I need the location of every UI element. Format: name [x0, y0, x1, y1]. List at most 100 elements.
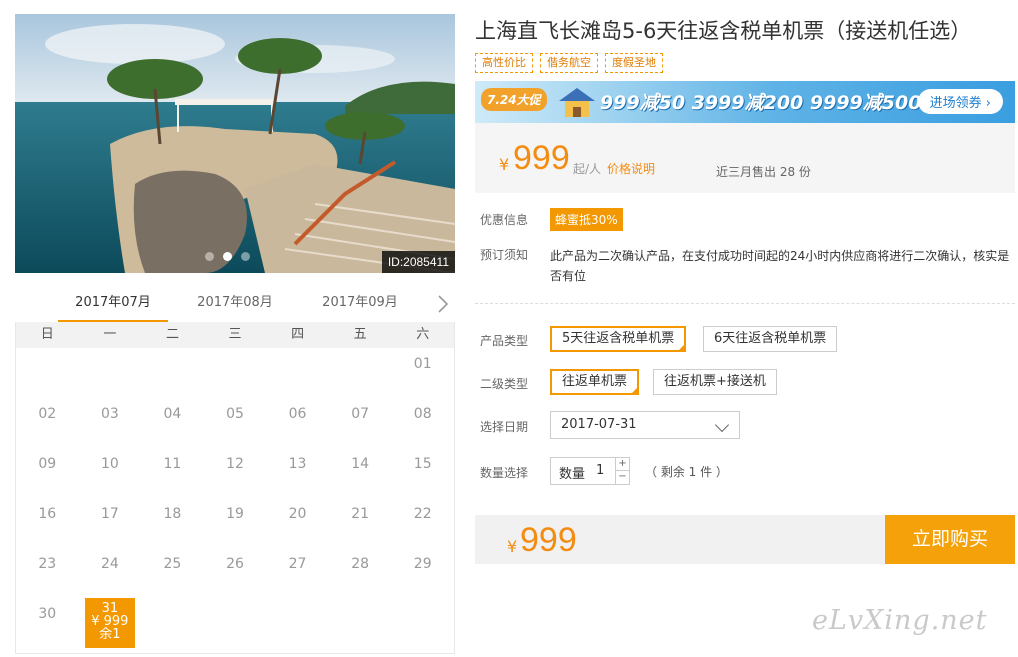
calendar-day[interactable]: 23 — [16, 548, 79, 598]
calendar-day[interactable]: 02 — [16, 398, 79, 448]
option-type-5day[interactable]: 5天往返含税单机票 — [550, 326, 687, 354]
date-select[interactable]: 2017-07-31 — [550, 411, 740, 439]
date-select-value: 2017-07-31 — [561, 417, 637, 432]
weekday-label: 六 — [416, 327, 430, 342]
product-tag: 度假圣地 — [605, 53, 663, 73]
quantity-value[interactable]: 1 — [596, 463, 604, 478]
beach-cliff-photo — [15, 14, 455, 273]
stock-remaining: （ 剩余 1 件 ） — [645, 465, 728, 479]
promo-badge: 蜂蜜抵30% — [550, 208, 623, 231]
weekday-label: 日 — [40, 327, 54, 342]
watermark: eLvXing.net — [812, 605, 988, 636]
calendar-day[interactable]: 28 — [329, 548, 392, 598]
carousel-dots — [205, 252, 250, 261]
claim-coupon-button[interactable]: 进场领券 › — [917, 89, 1003, 114]
hut-icon — [559, 88, 595, 117]
calendar-day[interactable]: 22 — [391, 498, 454, 548]
calendar-day[interactable]: 11 — [141, 448, 204, 498]
sold-count: 近三月售出 28 份 — [716, 165, 811, 179]
option-type-6day[interactable]: 6天往返含税单机票 — [703, 326, 838, 352]
option-subtype-roundtrip[interactable]: 往返单机票 — [550, 369, 640, 397]
calendar-day[interactable]: 19 — [204, 498, 267, 548]
calendar-day[interactable]: 16 — [16, 498, 79, 548]
calendar-empty-cell — [204, 348, 267, 398]
divider — [475, 303, 1015, 304]
calendar-weekday-header: 日 一 二 三 四 五 六 — [16, 322, 454, 348]
photo-id-label: ID:2085411 — [381, 251, 455, 273]
quantity-plus-button[interactable]: + — [615, 458, 629, 471]
product-tag: 高性价比 — [475, 53, 533, 73]
currency-symbol: ¥ — [499, 155, 510, 174]
product-page: ID:2085411 2017年07月 2017年08月 2017年09月 日 … — [0, 0, 1018, 657]
calendar-day[interactable]: 06 — [266, 398, 329, 448]
tab-month-1[interactable]: 2017年07月 — [58, 285, 168, 323]
tab-month-2[interactable]: 2017年08月 — [180, 285, 290, 323]
buy-now-button[interactable]: 立即购买 — [885, 515, 1015, 564]
price-explain-link[interactable]: 价格说明 — [607, 160, 655, 177]
chevron-down-icon — [714, 417, 730, 433]
date-label: 选择日期 — [480, 420, 529, 434]
calendar-empty-cell — [141, 348, 204, 398]
calendar-day[interactable]: 04 — [141, 398, 204, 448]
total-price-bar: ¥ 999 — [475, 515, 885, 564]
calendar-day[interactable]: 13 — [266, 448, 329, 498]
price-per-unit: 起/人 — [573, 162, 602, 176]
product-tag: 偕务航空 — [540, 53, 598, 73]
calendar-day[interactable]: 18 — [141, 498, 204, 548]
calendar-day[interactable]: 24 — [79, 548, 142, 598]
calendar-days: 01 02 03 04 05 06 07 08 09 10 11 12 13 14 15 16 17 18 19 20… — [16, 348, 454, 648]
total-price: 999 — [520, 521, 577, 559]
calendar-day[interactable]: 05 — [204, 398, 267, 448]
weekday-label: 五 — [353, 327, 367, 342]
product-photo[interactable]: ID:2085411 — [15, 14, 455, 273]
calendar-day[interactable]: 09 — [16, 448, 79, 498]
product-tags: 高性价比 偕务航空 度假圣地 — [475, 53, 663, 73]
product-title: 上海直飞长滩岛5-6天往返含税单机票（接送机任选） — [475, 19, 972, 43]
calendar-day[interactable]: 21 — [329, 498, 392, 548]
quantity-minus-button[interactable]: − — [615, 471, 629, 484]
calendar-day[interactable]: 17 — [79, 498, 142, 548]
chevron-right-icon[interactable] — [435, 293, 451, 315]
calendar-day[interactable]: 27 — [266, 548, 329, 598]
carousel-dot[interactable] — [205, 252, 214, 261]
weekday-label: 一 — [103, 327, 117, 342]
calendar-day[interactable]: 15 — [391, 448, 454, 498]
calendar-day-remain: 余1 — [99, 627, 121, 642]
calendar-day[interactable]: 08 — [391, 398, 454, 448]
calendar-empty-cell — [79, 348, 142, 398]
total-currency-symbol: ¥ — [507, 537, 518, 556]
calendar-day[interactable]: 12 — [204, 448, 267, 498]
carousel-dot[interactable] — [241, 252, 250, 261]
tab-month-3[interactable]: 2017年09月 — [305, 285, 415, 323]
product-type-label: 产品类型 — [480, 334, 529, 348]
sale-badge: 7.24大促 — [481, 88, 547, 111]
calendar-day[interactable]: 03 — [79, 398, 142, 448]
calendar-day[interactable]: 25 — [141, 548, 204, 598]
calendar-day-selected[interactable]: 31 ¥ 999 余1 — [84, 598, 136, 648]
calendar-day[interactable]: 07 — [329, 398, 392, 448]
calendar-day[interactable]: 14 — [329, 448, 392, 498]
calendar-day[interactable]: 20 — [266, 498, 329, 548]
weekday-label: 四 — [291, 327, 305, 342]
weekday-label: 二 — [165, 327, 179, 342]
calendar-day[interactable]: 01 — [391, 348, 454, 398]
calendar-day[interactable]: 10 — [79, 448, 142, 498]
calendar-day[interactable]: 26 — [204, 548, 267, 598]
calendar-month-tabs: 2017年07月 2017年08月 2017年09月 — [15, 285, 455, 323]
calendar-empty-cell — [266, 348, 329, 398]
deal-text: 999减50 3999减200 9999减500 — [600, 92, 922, 114]
promo-label: 优惠信息 — [480, 213, 529, 227]
carousel-dot-active[interactable] — [223, 252, 232, 261]
option-subtype-transfer[interactable]: 往返机票+接送机 — [653, 369, 777, 395]
price-amount: 999 — [513, 139, 570, 177]
weekday-label: 三 — [228, 327, 242, 342]
notice-text: 此产品为二次确认产品，在支付成功时间起的24小时内供应商将进行二次确认，核实是否… — [550, 249, 1010, 283]
calendar-day[interactable]: 30 — [16, 598, 79, 648]
quantity-stepper[interactable]: 数量 1 + − — [550, 457, 630, 485]
quantity-label: 数量选择 — [480, 466, 529, 480]
calendar-day[interactable]: 29 — [391, 548, 454, 598]
promo-banner[interactable]: 7.24大促 999减50 3999减200 9999减500 进场领券 › — [475, 81, 1015, 123]
calendar-empty-cell — [329, 348, 392, 398]
calendar: 日 一 二 三 四 五 六 01 02 03 04 05 06 07 08 09 10 11 12 13… — [15, 322, 455, 654]
subtype-label: 二级类型 — [480, 377, 529, 391]
